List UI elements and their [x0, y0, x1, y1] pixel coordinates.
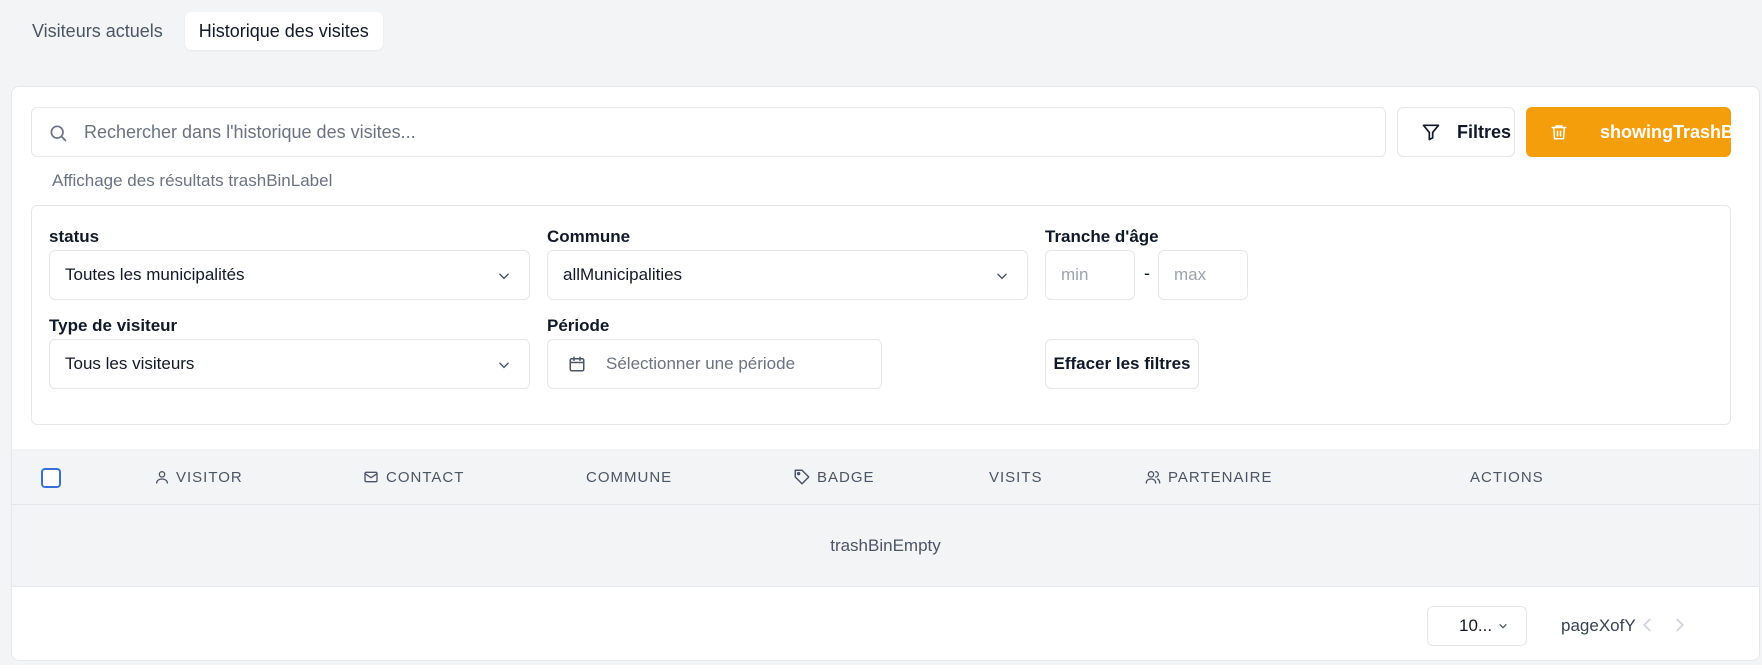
column-header-partenaire[interactable]: PARTENAIRE: [1144, 449, 1272, 505]
filters-button[interactable]: Filtres: [1397, 107, 1515, 157]
column-header-label: COMMUNE: [586, 468, 673, 486]
filters-button-label: Filtres: [1457, 121, 1512, 142]
table-header: VISITOR CONTACT COMMUNE BADGE VISITS PAR…: [12, 449, 1759, 505]
next-page-button[interactable]: [1669, 614, 1691, 636]
column-header-label: CONTACT: [386, 468, 465, 486]
age-min-input[interactable]: [1045, 250, 1135, 300]
mail-icon: [362, 469, 380, 485]
commune-select-value: allMunicipalities: [563, 265, 683, 284]
tab-current-visitors[interactable]: Visiteurs actuels: [18, 12, 177, 50]
chevron-down-icon: [497, 269, 511, 283]
period-label: Période: [547, 316, 610, 335]
column-header-label: ACTIONS: [1470, 468, 1544, 486]
previous-page-button[interactable]: [1636, 614, 1658, 636]
chevron-down-icon: [995, 269, 1009, 283]
users-icon: [1144, 469, 1162, 485]
filter-panel: status Toutes les municipalités Commune …: [31, 205, 1731, 425]
chevron-down-icon: [1498, 621, 1508, 631]
column-header-label: BADGE: [817, 468, 875, 486]
page-background: Visiteurs actuels Historique des visites…: [0, 0, 1762, 665]
status-filter-label: status: [49, 227, 100, 246]
column-header-label: VISITS: [989, 468, 1043, 486]
column-header-commune[interactable]: COMMUNE: [586, 449, 672, 505]
column-header-visits[interactable]: VISITS: [989, 449, 1043, 505]
trash-icon: [1550, 122, 1568, 142]
trash-bin-button[interactable]: showingTrashBin: [1526, 107, 1750, 157]
filter-icon: [1421, 122, 1441, 142]
user-icon: [154, 469, 170, 485]
visitor-type-select-value: Tous les visiteurs: [65, 354, 195, 373]
age-max-input[interactable]: [1158, 250, 1248, 300]
visitor-type-label: Type de visiteur: [49, 316, 178, 335]
column-header-actions: ACTIONS: [1470, 449, 1544, 505]
column-header-visitor[interactable]: VISITOR: [154, 449, 243, 505]
status-select-value: Toutes les municipalités: [65, 265, 245, 284]
period-picker[interactable]: Sélectionner une période: [547, 339, 882, 389]
chevron-down-icon: [497, 358, 511, 372]
column-header-contact[interactable]: CONTACT: [362, 449, 464, 505]
trash-bin-button-label: showingTrashBin: [1600, 121, 1751, 142]
status-select[interactable]: Toutes les municipalités: [49, 250, 530, 300]
page-indicator: pageXofY: [1561, 616, 1636, 635]
tag-icon: [793, 468, 811, 486]
column-header-label: VISITOR: [176, 468, 243, 486]
commune-select[interactable]: allMunicipalities: [547, 250, 1028, 300]
empty-table-message: trashBinEmpty: [12, 505, 1759, 587]
tab-visit-history[interactable]: Historique des visites: [184, 12, 383, 50]
commune-filter-label: Commune: [547, 227, 631, 246]
search-icon: [48, 123, 68, 143]
calendar-icon: [568, 355, 586, 373]
search-box: [31, 107, 1386, 157]
results-label: Affichage des résultats trashBinLabel: [52, 171, 333, 190]
page-size-value: 10...: [1459, 616, 1493, 635]
age-range-label: Tranche d'âge: [1045, 227, 1159, 246]
page-size-select[interactable]: 10...: [1427, 606, 1527, 646]
clear-filters-button[interactable]: Effacer les filtres: [1045, 339, 1199, 389]
search-input[interactable]: [84, 108, 1374, 156]
column-header-badge[interactable]: BADGE: [793, 449, 875, 505]
column-header-label: PARTENAIRE: [1168, 468, 1273, 486]
view-tabs: Visiteurs actuels Historique des visites: [18, 12, 383, 50]
period-placeholder: Sélectionner une période: [606, 354, 796, 373]
history-card: Filtres showingTrashBin Affichage des ré…: [11, 86, 1760, 661]
select-all-checkbox[interactable]: [41, 468, 61, 488]
visitor-type-select[interactable]: Tous les visiteurs: [49, 339, 530, 389]
age-range-separator: -: [1144, 263, 1150, 283]
